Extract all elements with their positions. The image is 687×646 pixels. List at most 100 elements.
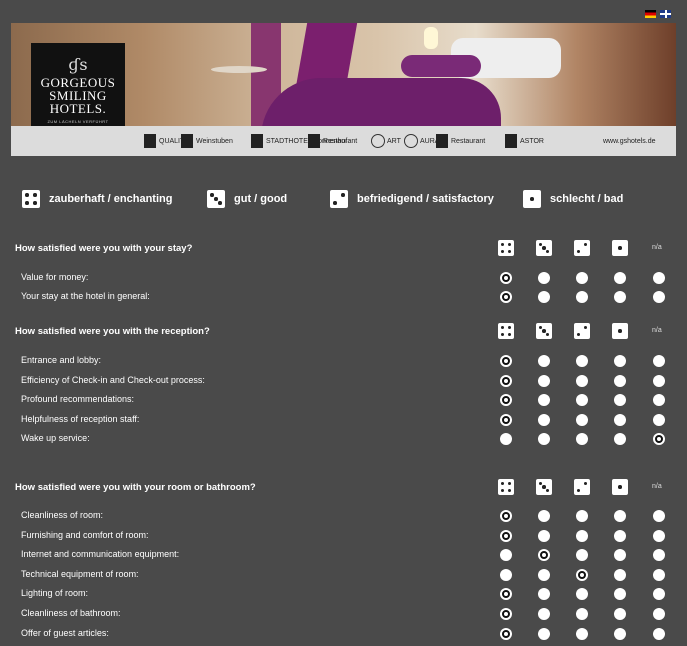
question-label: Value for money: bbox=[21, 272, 89, 282]
rating-radio[interactable] bbox=[538, 569, 550, 581]
rating-radio[interactable] bbox=[614, 375, 626, 387]
rating-radio[interactable] bbox=[653, 394, 665, 406]
rating-radio[interactable] bbox=[653, 291, 665, 303]
rating-radio[interactable] bbox=[614, 414, 626, 426]
rating-radio[interactable] bbox=[538, 588, 550, 600]
rating-radio[interactable] bbox=[653, 355, 665, 367]
rating-radio[interactable] bbox=[500, 394, 512, 406]
rating-radio[interactable] bbox=[538, 433, 550, 445]
rating-radio[interactable] bbox=[576, 588, 588, 600]
column-header bbox=[612, 323, 628, 339]
section-title: How satisfied were you with your room or… bbox=[15, 482, 256, 493]
rating-radio[interactable] bbox=[614, 272, 626, 284]
rating-radio[interactable] bbox=[576, 433, 588, 445]
partner-logo-icon bbox=[251, 134, 263, 148]
column-header bbox=[612, 479, 628, 495]
rating-radio[interactable] bbox=[614, 608, 626, 620]
rating-radio[interactable] bbox=[576, 569, 588, 581]
german-flag-icon[interactable] bbox=[645, 10, 656, 18]
rating-radio[interactable] bbox=[614, 530, 626, 542]
rating-radio[interactable] bbox=[653, 588, 665, 600]
rating-radio[interactable] bbox=[614, 355, 626, 367]
legend-item: befriedigend / satisfactory bbox=[330, 190, 494, 208]
rating-radio[interactable] bbox=[576, 375, 588, 387]
rating-radio[interactable] bbox=[538, 291, 550, 303]
rating-radio[interactable] bbox=[653, 608, 665, 620]
partner-logo[interactable]: AURA bbox=[404, 126, 439, 156]
rating-radio[interactable] bbox=[614, 433, 626, 445]
rating-radio[interactable] bbox=[576, 355, 588, 367]
partner-logo-icon bbox=[144, 134, 156, 148]
rating-radio[interactable] bbox=[538, 355, 550, 367]
rating-radio[interactable] bbox=[500, 608, 512, 620]
question-label: Efficiency of Check-in and Check-out pro… bbox=[21, 375, 205, 385]
rating-radio[interactable] bbox=[538, 510, 550, 522]
rating-radio[interactable] bbox=[538, 530, 550, 542]
rating-radio[interactable] bbox=[500, 291, 512, 303]
partner-logo[interactable]: Restaurant bbox=[436, 126, 485, 156]
rating-radio[interactable] bbox=[576, 628, 588, 640]
rating-radio[interactable] bbox=[653, 549, 665, 561]
partner-logo[interactable]: www.gshotels.de bbox=[603, 126, 656, 156]
rating-radio[interactable] bbox=[500, 510, 512, 522]
rating-radio[interactable] bbox=[614, 549, 626, 561]
rating-radio[interactable] bbox=[538, 414, 550, 426]
rating-radio[interactable] bbox=[500, 588, 512, 600]
english-flag-icon[interactable] bbox=[660, 10, 671, 18]
column-header bbox=[574, 323, 590, 339]
rating-radio[interactable] bbox=[500, 414, 512, 426]
rating-radio[interactable] bbox=[614, 588, 626, 600]
rating-radio[interactable] bbox=[653, 628, 665, 640]
rating-radio[interactable] bbox=[538, 549, 550, 561]
rating-radio[interactable] bbox=[614, 569, 626, 581]
rating-radio[interactable] bbox=[500, 433, 512, 445]
hotel-logo[interactable]: ɠs GORGEOUS SMILING HOTELS. ZUM LÄCHELN … bbox=[31, 43, 125, 126]
rating-radio[interactable] bbox=[653, 414, 665, 426]
rating-radio[interactable] bbox=[500, 569, 512, 581]
partner-logo[interactable]: Weinstuben bbox=[181, 126, 233, 156]
rating-radio[interactable] bbox=[653, 569, 665, 581]
rating-radio[interactable] bbox=[653, 510, 665, 522]
rating-radio[interactable] bbox=[576, 414, 588, 426]
rating-radio[interactable] bbox=[614, 291, 626, 303]
question-label: Internet and communication equipment: bbox=[21, 549, 180, 559]
rating-radio[interactable] bbox=[500, 355, 512, 367]
rating-radio[interactable] bbox=[576, 394, 588, 406]
rating-radio[interactable] bbox=[653, 272, 665, 284]
rating-radio[interactable] bbox=[500, 375, 512, 387]
rating-radio[interactable] bbox=[576, 510, 588, 522]
legend-label: gut / good bbox=[234, 193, 288, 205]
rating-radio[interactable] bbox=[614, 628, 626, 640]
rating-radio[interactable] bbox=[538, 628, 550, 640]
rating-radio[interactable] bbox=[576, 608, 588, 620]
partner-logo[interactable]: ART bbox=[371, 126, 401, 156]
legend-label: befriedigend / satisfactory bbox=[357, 193, 494, 205]
legend-item: schlecht / bad bbox=[523, 190, 623, 208]
rating-radio[interactable] bbox=[500, 530, 512, 542]
rating-radio[interactable] bbox=[576, 291, 588, 303]
rating-radio[interactable] bbox=[576, 530, 588, 542]
rating-radio[interactable] bbox=[653, 530, 665, 542]
rating-radio[interactable] bbox=[500, 272, 512, 284]
rating-radio[interactable] bbox=[500, 628, 512, 640]
rating-radio[interactable] bbox=[538, 608, 550, 620]
rating-radio[interactable] bbox=[576, 272, 588, 284]
legend-label: zauberhaft / enchanting bbox=[49, 193, 173, 205]
rating-radio[interactable] bbox=[653, 433, 665, 445]
hotel-banner: ɠs GORGEOUS SMILING HOTELS. ZUM LÄCHELN … bbox=[11, 23, 676, 126]
die-4-icon bbox=[498, 479, 514, 495]
rating-radio[interactable] bbox=[538, 394, 550, 406]
rating-radio[interactable] bbox=[614, 394, 626, 406]
die-3-icon bbox=[536, 240, 552, 256]
rating-radio[interactable] bbox=[500, 549, 512, 561]
rating-radio[interactable] bbox=[653, 375, 665, 387]
section-title: How satisfied were you with the receptio… bbox=[15, 326, 210, 337]
column-header bbox=[536, 240, 552, 256]
partner-logo[interactable]: ASTOR bbox=[505, 126, 544, 156]
rating-radio[interactable] bbox=[538, 375, 550, 387]
partner-name: Weinstuben bbox=[196, 137, 233, 145]
rating-radio[interactable] bbox=[576, 549, 588, 561]
partner-logo[interactable]: Restaurant bbox=[308, 126, 357, 156]
rating-radio[interactable] bbox=[614, 510, 626, 522]
rating-radio[interactable] bbox=[538, 272, 550, 284]
